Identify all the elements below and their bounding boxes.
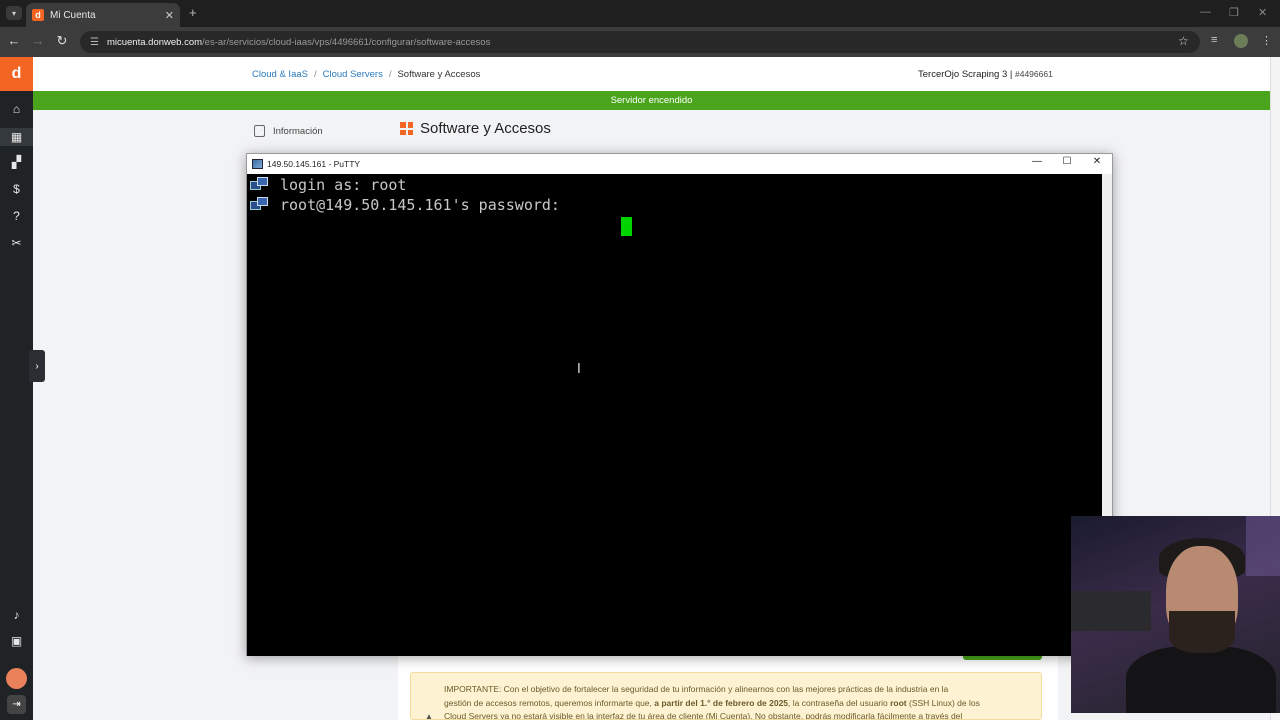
help-icon[interactable]: ?: [0, 209, 33, 223]
important-notice: ▲ IMPORTANTE: Con el objetivo de fortale…: [410, 672, 1042, 720]
server-id: #4496661: [1014, 69, 1053, 79]
grid-icon: [400, 122, 413, 135]
apps-grid-icon[interactable]: ▦: [0, 128, 33, 146]
terminal-area[interactable]: login as: root root@149.50.145.161's pas…: [247, 174, 1102, 656]
user-avatar[interactable]: [6, 668, 27, 689]
tab-title: Mi Cuenta: [50, 9, 96, 21]
notice-line: gestión de accesos remotos, queremos inf…: [444, 697, 980, 708]
network-icon: [250, 197, 268, 212]
terminal-cursor: [621, 217, 632, 236]
breadcrumb-separator: /: [388, 69, 392, 80]
warning-icon: ▲: [424, 712, 434, 720]
home-icon[interactable]: ⌂: [0, 102, 33, 116]
menu-item-label: Información: [273, 125, 323, 137]
document-icon: [254, 125, 265, 137]
new-tab-button[interactable]: +: [189, 5, 197, 20]
notice-line: Cloud Servers ya no estará visible en la…: [444, 711, 963, 720]
tools-icon[interactable]: ✂: [0, 236, 33, 250]
putty-maximize-icon[interactable]: ☐: [1057, 156, 1077, 167]
terminal-line: login as: root: [280, 176, 407, 194]
address-bar[interactable]: ☰ micuenta.donweb.com/es-ar/servicios/cl…: [80, 31, 1200, 53]
url-host: micuenta.donweb.com: [106, 36, 203, 48]
server-label: TercerOjo Scraping 3 | #4496661: [918, 69, 1053, 80]
close-window-icon[interactable]: ✕: [1258, 6, 1267, 19]
url-path: /es-ar/servicios/cloud-iaas/vps/4496661/…: [202, 36, 491, 48]
briefcase-icon[interactable]: ▣: [0, 634, 33, 648]
expand-sidebar-chevron-icon[interactable]: ›: [29, 350, 45, 382]
breadcrumb: Cloud & IaaS / Cloud Servers / Software y Ac…: [252, 69, 480, 80]
bookmark-star-icon[interactable]: ☆: [1178, 34, 1189, 48]
logout-icon[interactable]: ⇥: [7, 695, 26, 714]
tab-search-button[interactable]: ▾: [6, 6, 22, 20]
breadcrumb-cloud-iaas[interactable]: Cloud & IaaS: [252, 69, 308, 80]
site-info-icon[interactable]: ☰: [90, 37, 99, 48]
terminal-line: root@149.50.145.161's password:: [280, 196, 569, 214]
site-favicon-icon: d: [32, 9, 44, 21]
network-icon: [250, 177, 268, 192]
page-header: [33, 57, 1270, 92]
breadcrumb-separator: /: [313, 69, 317, 80]
breadcrumb-cloud-servers[interactable]: Cloud Servers: [323, 69, 383, 80]
restore-icon[interactable]: ❐: [1229, 6, 1239, 19]
billing-icon[interactable]: $: [0, 182, 33, 196]
dashboard-icon[interactable]: ▞: [0, 155, 33, 169]
webcam-overlay: [1071, 516, 1280, 713]
browser-menu-icon[interactable]: ⋮: [1261, 34, 1272, 47]
forward-arrow-icon[interactable]: →: [30, 33, 46, 48]
putty-minimize-icon[interactable]: —: [1027, 156, 1047, 167]
menu-item-informacion[interactable]: Información: [254, 125, 323, 137]
breadcrumb-current: Software y Accesos: [397, 69, 481, 80]
putty-close-icon[interactable]: ✕: [1087, 156, 1107, 167]
putty-titlebar[interactable]: 149.50.145.161 - PuTTY: [247, 154, 1112, 174]
text-cursor-icon: I: [577, 362, 581, 377]
reload-icon[interactable]: ↻: [54, 33, 70, 49]
server-status-banner: Servidor encendido: [33, 91, 1270, 110]
minimize-icon[interactable]: —: [1200, 6, 1211, 18]
putty-app-icon: [252, 159, 263, 169]
section-title: Software y Accesos: [400, 120, 551, 137]
putty-title-text: 149.50.145.161 - PuTTY: [267, 159, 361, 169]
browser-tab[interactable]: d Mi Cuenta ✕: [26, 3, 180, 27]
server-name: TercerOjo Scraping 3 |: [918, 69, 1013, 80]
tab-close-icon[interactable]: ✕: [165, 9, 174, 22]
media-control-icon[interactable]: ≡: [1211, 34, 1217, 46]
back-arrow-icon[interactable]: ←: [6, 33, 22, 48]
notifications-bell-icon[interactable]: ♪: [0, 608, 33, 622]
donweb-logo[interactable]: d: [0, 57, 33, 91]
notice-line: IMPORTANTE: Con el objetivo de fortalece…: [444, 684, 949, 694]
profile-avatar-icon[interactable]: [1234, 34, 1248, 48]
section-title-text: Software y Accesos: [420, 120, 551, 137]
putty-window[interactable]: 149.50.145.161 - PuTTY — ☐ ✕ login as: r…: [246, 153, 1113, 656]
